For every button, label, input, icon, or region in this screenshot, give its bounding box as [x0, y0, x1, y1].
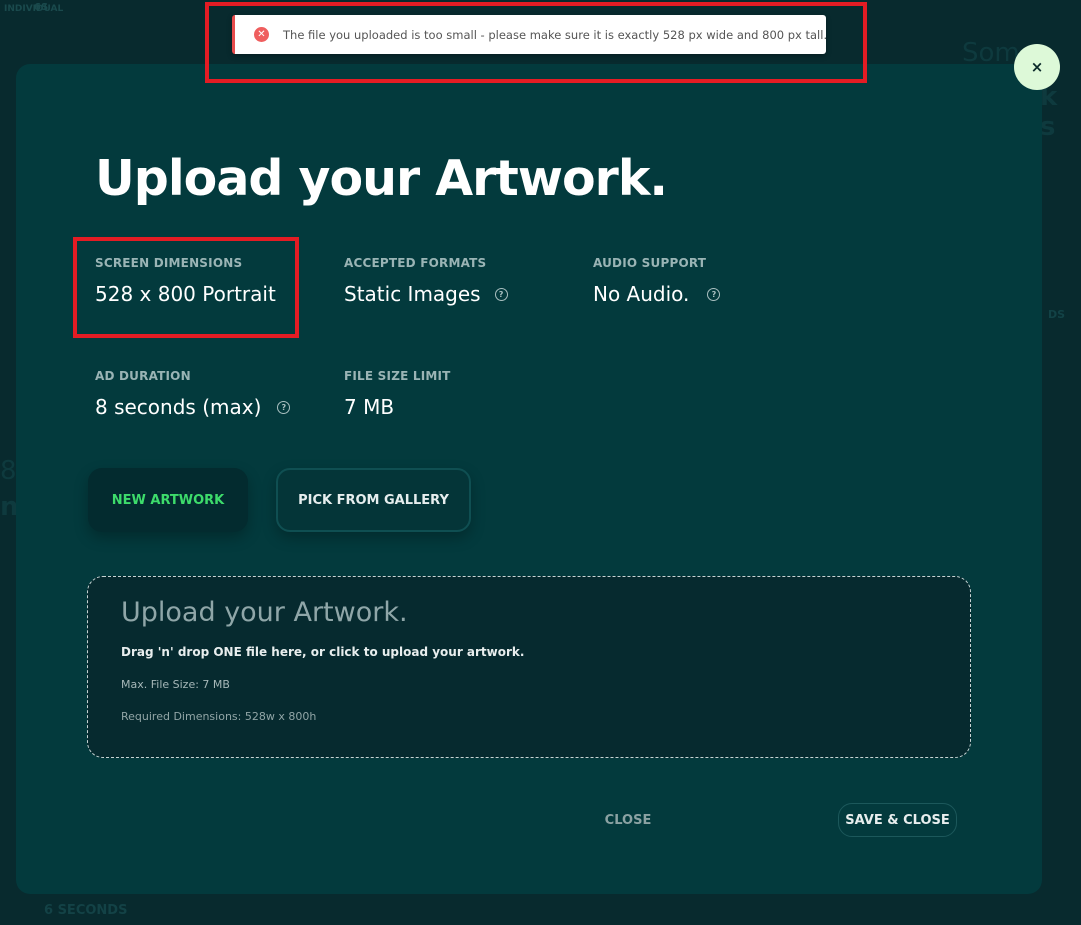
- file-size-limit-value: 7 MB: [344, 395, 395, 419]
- error-icon: ✕: [254, 27, 269, 42]
- bg-text: 8: [0, 456, 17, 486]
- spec-accepted-formats: ACCEPTED FORMATS Static Images ?: [344, 256, 508, 306]
- spec-screen-dimensions: SCREEN DIMENSIONS 528 x 800 Portrait: [95, 256, 276, 306]
- close-button[interactable]: CLOSE: [588, 803, 668, 837]
- spec-label: FILE SIZE LIMIT: [344, 369, 451, 383]
- close-icon: ×: [1030, 58, 1044, 76]
- save-and-close-button[interactable]: SAVE & CLOSE: [838, 803, 957, 837]
- error-toast: ✕ The file you uploaded is too small - p…: [232, 15, 828, 54]
- modal-title: Upload your Artwork.: [95, 150, 668, 207]
- spec-label: AD DURATION: [95, 369, 191, 383]
- spec-file-size-limit: FILE SIZE LIMIT 7 MB: [344, 369, 451, 419]
- spec-ad-duration: AD DURATION 8 seconds (max) ?: [95, 369, 291, 419]
- bg-text: DS: [1048, 308, 1066, 321]
- dropzone-required-dimensions: Required Dimensions: 528w x 800h: [121, 710, 317, 723]
- help-icon[interactable]: ?: [277, 400, 291, 414]
- bg-text: k s: [1040, 82, 1058, 142]
- spec-audio-support: AUDIO SUPPORT No Audio. ?: [593, 256, 721, 306]
- close-modal-button[interactable]: ×: [1014, 44, 1060, 90]
- spec-label: ACCEPTED FORMATS: [344, 256, 487, 270]
- spec-value: 528 x 800 Portrait: [95, 282, 276, 306]
- spec-label: AUDIO SUPPORT: [593, 256, 707, 270]
- dropzone-instruction: Drag 'n' drop ONE file here, or click to…: [121, 645, 525, 659]
- artwork-dropzone[interactable]: Upload your Artwork. Drag 'n' drop ONE f…: [87, 576, 971, 758]
- help-icon[interactable]: ?: [707, 287, 721, 301]
- new-artwork-button[interactable]: NEW ARTWORK: [88, 468, 248, 532]
- dropzone-max-size: Max. File Size: 7 MB: [121, 678, 230, 691]
- accepted-formats-value: Static Images: [344, 282, 481, 306]
- screen-dimensions-value: 528 x 800 Portrait: [95, 282, 276, 306]
- spec-value: 7 MB: [344, 395, 451, 419]
- bg-text: 6S: [34, 2, 49, 13]
- spec-value: No Audio. ?: [593, 282, 721, 306]
- toast-message: The file you uploaded is too small - ple…: [283, 27, 828, 42]
- spec-value: Static Images ?: [344, 282, 508, 306]
- audio-support-value: No Audio.: [593, 282, 690, 306]
- dropzone-title: Upload your Artwork.: [121, 597, 408, 628]
- spec-value: 8 seconds (max) ?: [95, 395, 291, 419]
- ad-duration-value: 8 seconds (max): [95, 395, 262, 419]
- pick-from-gallery-button[interactable]: PICK FROM GALLERY: [276, 468, 471, 532]
- help-icon[interactable]: ?: [494, 287, 508, 301]
- spec-label: SCREEN DIMENSIONS: [95, 256, 243, 270]
- bg-text: 6 SECONDS: [44, 903, 128, 918]
